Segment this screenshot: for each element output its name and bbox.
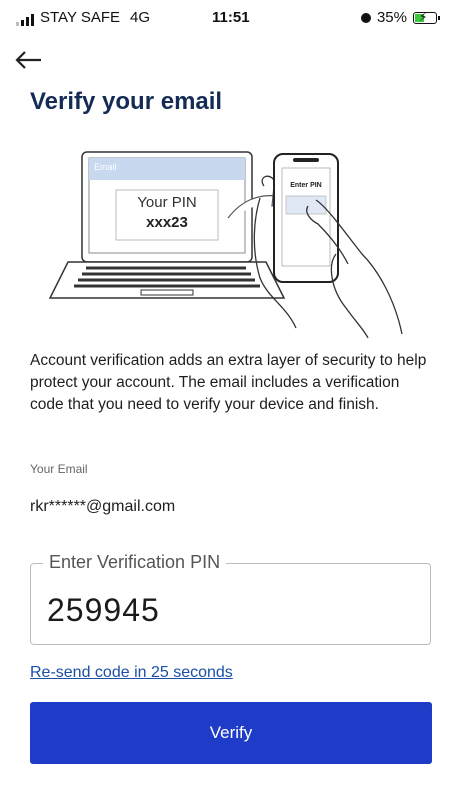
back-button[interactable] [14, 48, 44, 72]
status-bar: STAY SAFE 4G 11:51 35% ⚡ [0, 0, 451, 32]
status-left: STAY SAFE 4G [16, 9, 150, 26]
verification-pin-input[interactable] [47, 592, 407, 629]
battery-percent: 35% [376, 9, 407, 26]
laptop-email-header: Email [94, 162, 117, 172]
status-right: 35% ⚡ [360, 9, 440, 26]
back-arrow-icon [15, 51, 41, 69]
signal-icon [16, 14, 34, 26]
email-label: Your Email [30, 462, 88, 476]
laptop-pin-label: Your PIN [137, 194, 197, 211]
verify-button[interactable]: Verify [30, 702, 432, 764]
verification-illustration: Email Your PIN xxx23 Enter PIN [46, 138, 416, 339]
status-time: 11:51 [212, 9, 250, 26]
alarm-icon [360, 12, 371, 23]
verification-pin-field[interactable]: Enter Verification PIN [30, 552, 431, 645]
pin-field-label: Enter Verification PIN [43, 552, 227, 573]
page-title: Verify your email [30, 88, 223, 115]
resend-code-link[interactable]: Re-send code in 25 seconds [30, 664, 233, 682]
email-value: rkr******@gmail.com [30, 498, 176, 515]
phone-enter-pin-label: Enter PIN [290, 182, 322, 189]
network-type: 4G [130, 9, 151, 26]
battery-icon: ⚡ [413, 10, 440, 24]
laptop-pin-value: xxx23 [146, 214, 188, 231]
carrier-name: STAY SAFE [40, 9, 121, 26]
verification-description: Account verification adds an extra layer… [30, 352, 427, 413]
